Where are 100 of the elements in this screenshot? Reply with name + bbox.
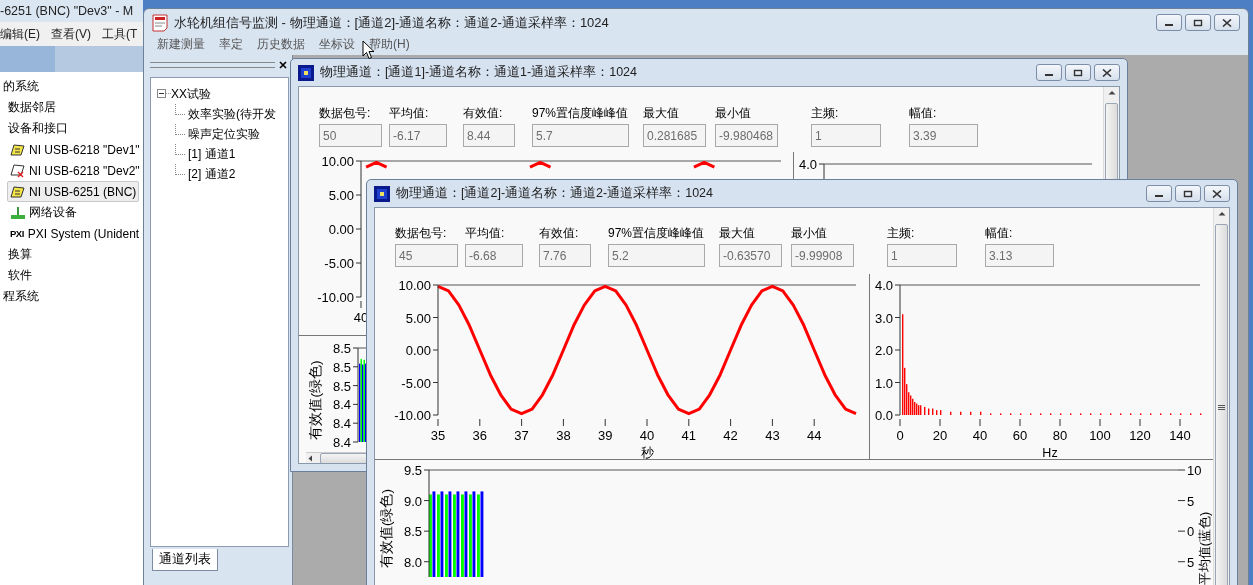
- close-icon: [1222, 18, 1232, 27]
- axis-tick-label: 41: [681, 428, 697, 443]
- minimize-button[interactable]: [1146, 185, 1172, 202]
- window-title: 物理通道：[通道2]-通道名称：通道2-通道采样率：1024: [396, 185, 714, 202]
- maximize-button[interactable]: [1175, 185, 1201, 202]
- axis-tick-label: 8.5: [403, 524, 422, 540]
- menu-item[interactable]: 坐标设: [319, 36, 355, 53]
- collapse-icon[interactable]: [157, 89, 171, 99]
- axis-tick-label: 38: [556, 428, 571, 443]
- stat-label: 幅值:: [909, 105, 937, 121]
- minimize-button[interactable]: [1156, 14, 1182, 31]
- menu-item[interactable]: 历史数据: [257, 36, 305, 53]
- axis-tick-label: 8.4: [332, 435, 351, 450]
- pxi-label: PXI: [10, 228, 24, 239]
- stat-label: 97%置信度峰峰值: [608, 225, 705, 241]
- axis-tick-label: 0.00: [328, 222, 354, 237]
- tree-item[interactable]: PXI PXI System (Unident: [7, 223, 143, 244]
- tree-item[interactable]: XX试验: [171, 85, 211, 103]
- window-icon: [374, 185, 390, 202]
- stat-label: 主频:: [811, 105, 839, 121]
- window-title: 物理通道：[通道1]-通道名称：通道1-通道采样率：1024: [320, 64, 638, 81]
- restore-icon: [1193, 18, 1203, 27]
- stat-field: 0.281685: [643, 124, 706, 147]
- grip-icon: [1218, 403, 1225, 411]
- axis-tick-label: 2.0: [874, 343, 893, 358]
- stat-field: 1: [811, 124, 881, 147]
- axis-tick-label: 4.0: [798, 157, 817, 172]
- stat-field: 50: [319, 124, 382, 147]
- axis-tick-label: 44: [806, 428, 822, 443]
- device-error-icon: [10, 163, 25, 178]
- stat-label: 数据包号:: [319, 105, 371, 121]
- axis-tick-label: 0: [1187, 524, 1195, 540]
- document-icon: [152, 13, 168, 32]
- stat-label: 有效值:: [539, 225, 579, 241]
- menu-item[interactable]: 工具(T: [102, 25, 138, 43]
- stat-label: 最小值: [791, 225, 827, 241]
- tree-item[interactable]: 噪声定位实验: [188, 125, 260, 143]
- stat-field: -6.17: [389, 124, 447, 147]
- maximize-button[interactable]: [1065, 64, 1091, 81]
- restore-icon: [1073, 68, 1083, 77]
- stat-field: -9.980468: [715, 124, 778, 147]
- stat-field: 3.39: [909, 124, 978, 147]
- close-button[interactable]: [1204, 185, 1230, 202]
- stat-field: 5.2: [608, 244, 705, 267]
- stat-field: -0.63570: [719, 244, 782, 267]
- axis-title: 秒: [640, 446, 654, 459]
- close-button[interactable]: [1094, 64, 1120, 81]
- device-icon: [10, 142, 25, 157]
- maximize-button[interactable]: [1185, 14, 1211, 31]
- axis-tick-label: 60: [1012, 428, 1028, 443]
- axis-tick-label: 5.00: [328, 188, 354, 203]
- minimize-button[interactable]: [1036, 64, 1062, 81]
- stat-label: 最大值: [719, 225, 755, 241]
- menu-item[interactable]: 新建测量: [157, 36, 205, 53]
- close-button[interactable]: [277, 59, 289, 71]
- tree-item-label: 网络设备: [29, 204, 77, 221]
- tree-item[interactable]: 网络设备: [7, 202, 80, 223]
- stat-field: 45: [395, 244, 458, 267]
- window-icon: [298, 64, 314, 81]
- axis-tick-label: 5: [1187, 554, 1195, 570]
- axis-tick-label: 9.5: [403, 463, 422, 478]
- axis-tick-label: 8.5: [332, 341, 351, 356]
- tree-item[interactable]: NI USB-6251 (BNC): [7, 181, 140, 202]
- axis-tick-label: 37: [514, 428, 529, 443]
- tree-item[interactable]: 效率实验(待开发: [188, 105, 276, 123]
- stat-field: 1: [887, 244, 957, 267]
- axis-tick-label: 4.0: [874, 278, 893, 293]
- tree-item[interactable]: NI USB-6218 "Dev2": [7, 160, 143, 181]
- stat-field: -6.68: [465, 244, 523, 267]
- vertical-scrollbar[interactable]: [1213, 208, 1229, 585]
- axis-tick-label: 120: [1129, 428, 1151, 443]
- stat-field: 5.7: [532, 124, 629, 147]
- axis-tick-label: 36: [472, 428, 488, 443]
- axis-tick-label: 10.00: [321, 154, 354, 169]
- close-icon: [1212, 189, 1222, 198]
- menu-item[interactable]: 帮助(H): [369, 36, 410, 53]
- menu-item[interactable]: 编辑(E): [0, 25, 40, 43]
- tree-item[interactable]: NI USB-6218 "Dev1": [7, 139, 143, 160]
- close-icon: [279, 61, 287, 69]
- axis-tick-label: -10.00: [394, 408, 431, 423]
- close-button[interactable]: [1214, 14, 1240, 31]
- menu-item[interactable]: 查看(V): [51, 25, 91, 43]
- axis-tick-label: 5: [1187, 493, 1195, 509]
- axis-tick-label: 8.0: [403, 554, 422, 570]
- restore-icon: [1183, 189, 1193, 198]
- axis-tick-label: 35: [430, 428, 446, 443]
- tree-item[interactable]: [2] 通道2: [188, 165, 236, 183]
- axis-tick-label: 42: [723, 428, 738, 443]
- stat-label: 最大值: [643, 105, 679, 121]
- scrollbar-thumb[interactable]: [1215, 224, 1228, 585]
- network-icon: [10, 205, 25, 220]
- axis-tick-label: 1.0: [874, 375, 893, 391]
- axis-tick-label: 0.0: [874, 408, 893, 423]
- axis-title: Hz: [1042, 446, 1058, 459]
- menu-item[interactable]: 率定: [219, 36, 243, 53]
- stat-label: 有效值:: [463, 105, 503, 121]
- tab[interactable]: 通道列表: [152, 549, 218, 571]
- axis-tick-label: 10.00: [398, 278, 431, 293]
- axis-tick-label: -5.00: [401, 375, 431, 391]
- tree-item[interactable]: [1] 通道1: [188, 145, 236, 163]
